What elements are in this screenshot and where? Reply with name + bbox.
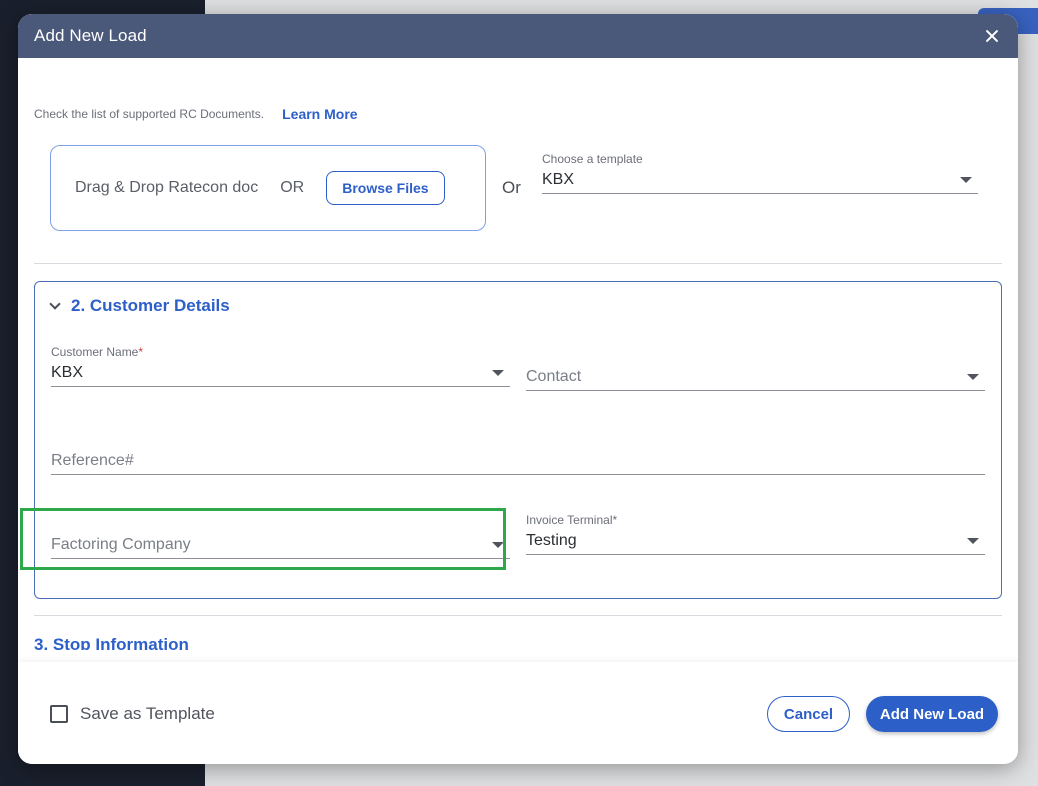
dropzone-or: OR — [280, 179, 305, 196]
reference-row[interactable]: Reference# — [51, 447, 985, 475]
customer-name-value: KBX — [51, 363, 84, 381]
cancel-button[interactable]: Cancel — [767, 696, 850, 732]
caret-down-icon — [960, 176, 972, 183]
rc-docs-text: Check the list of supported RC Documents… — [34, 107, 265, 121]
save-as-template-label: Save as Template — [80, 704, 215, 723]
add-new-load-button[interactable]: Add New Load — [866, 696, 998, 732]
customer-name-row[interactable]: KBX — [51, 359, 510, 387]
dialog-footer: Save as Template Cancel Add New Load — [18, 662, 1018, 764]
template-value: KBX — [542, 170, 575, 188]
section-title: 2. Customer Details — [71, 296, 230, 315]
invoice-terminal-label: Invoice Terminal* — [526, 513, 618, 527]
customer-details-toggle[interactable]: 2. Customer Details — [49, 296, 230, 316]
customer-name-label: Customer Name* — [51, 345, 510, 359]
dialog-body: Check the list of supported RC Documents… — [18, 58, 1018, 662]
caret-down-icon — [967, 373, 979, 380]
caret-down-icon — [492, 369, 504, 376]
stop-information-heading[interactable]: 3. Stop Information — [34, 634, 189, 650]
invoice-terminal-row[interactable]: Testing — [526, 527, 985, 555]
template-label: Choose a template — [542, 152, 643, 166]
dialog-title: Add New Load — [34, 26, 147, 45]
dialog-header: Add New Load — [18, 14, 1018, 58]
caret-down-icon — [967, 537, 979, 544]
divider — [34, 615, 1002, 616]
chevron-down-icon — [49, 298, 61, 310]
close-icon[interactable] — [982, 26, 1002, 46]
ratecon-dropzone[interactable]: Drag & Drop Ratecon doc OR Browse Files — [50, 145, 486, 231]
required-mark: * — [138, 345, 144, 359]
template-select-row[interactable]: KBX — [542, 166, 978, 194]
contact-placeholder: Contact — [526, 367, 582, 385]
invoice-terminal-select[interactable]: Invoice Terminal* Testing — [526, 513, 985, 555]
reference-placeholder: Reference# — [51, 451, 134, 469]
template-select[interactable]: Choose a template KBX — [542, 152, 978, 194]
learn-more-link[interactable]: Learn More — [282, 106, 357, 122]
contact-row[interactable]: Contact — [526, 363, 985, 391]
divider — [34, 263, 1002, 264]
highlight-box — [20, 508, 506, 570]
customer-name-select[interactable]: Customer Name* KBX — [51, 345, 510, 387]
invoice-terminal-value: Testing — [526, 531, 577, 549]
or-label: Or — [502, 178, 521, 197]
browse-files-button[interactable]: Browse Files — [326, 171, 445, 205]
checkbox-icon[interactable] — [50, 705, 68, 723]
reference-field[interactable]: Reference# — [51, 447, 985, 475]
customer-name-label-text: Customer Name — [51, 345, 139, 359]
rc-docs-line: Check the list of supported RC Documents… — [34, 106, 358, 122]
save-as-template-checkbox[interactable]: Save as Template — [50, 704, 215, 724]
dropzone-text: Drag & Drop Ratecon doc — [75, 179, 259, 196]
contact-select[interactable]: Contact — [526, 363, 985, 391]
add-new-load-dialog: Add New Load Check the list of supported… — [18, 14, 1018, 764]
